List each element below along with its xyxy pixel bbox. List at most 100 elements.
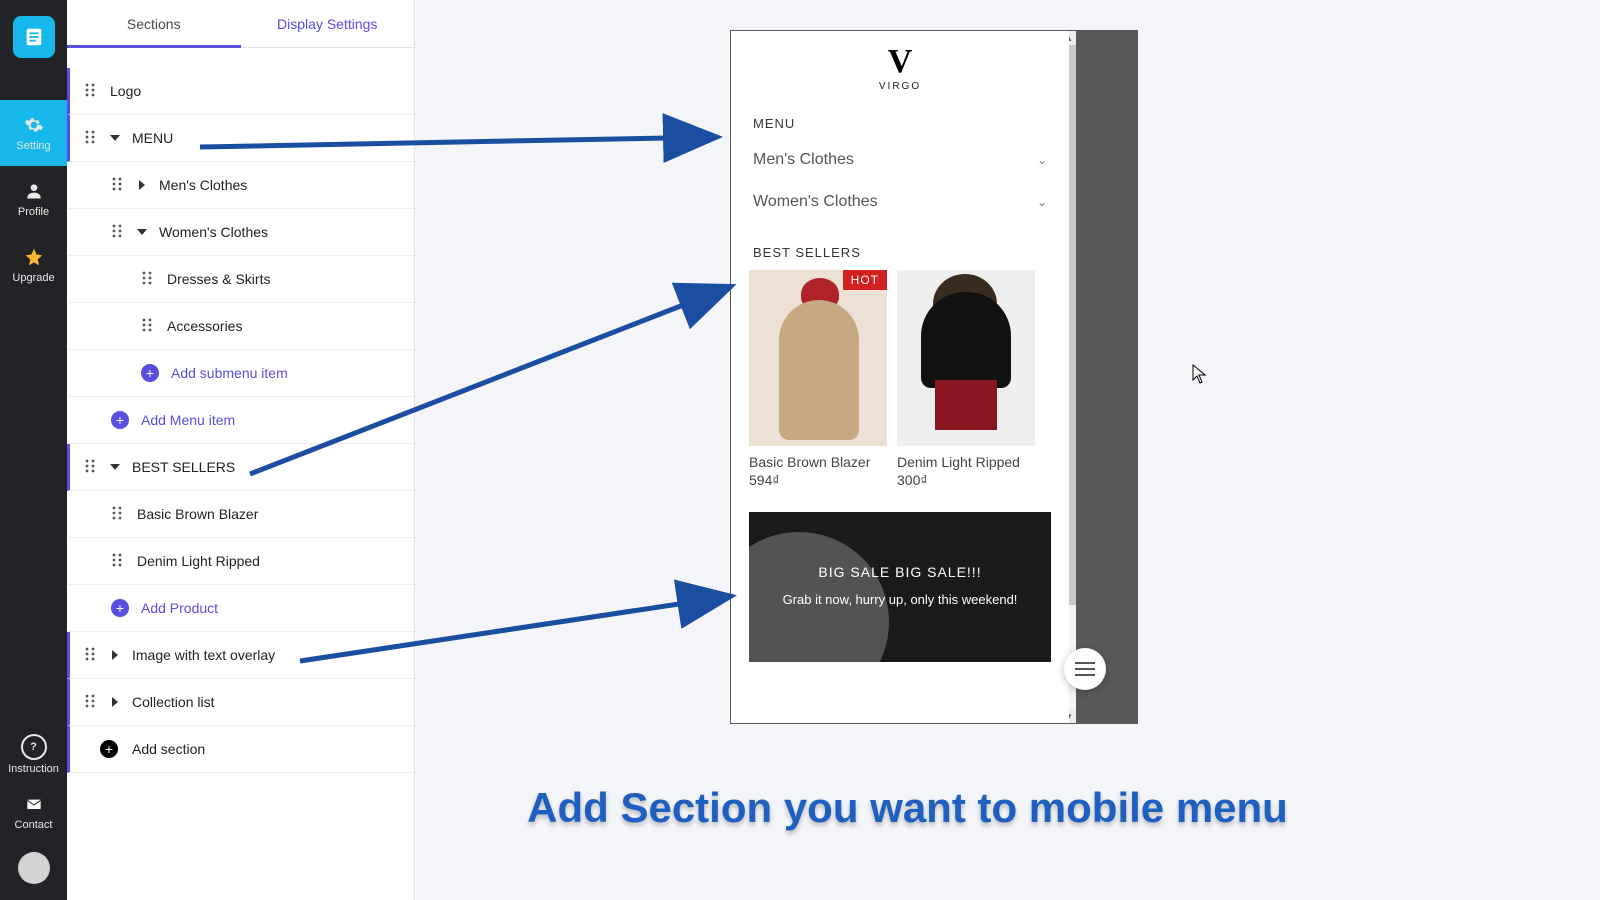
add-section[interactable]: + Add section xyxy=(67,726,414,773)
preview-bestsellers-title: BEST SELLERS xyxy=(731,223,1069,270)
plus-icon: + xyxy=(111,599,129,617)
menu-item-mens[interactable]: Men's Clothes xyxy=(67,162,414,209)
user-icon xyxy=(23,180,45,202)
nav-profile[interactable]: Profile xyxy=(0,166,67,232)
section-menu[interactable]: MENU xyxy=(67,115,414,162)
drag-handle-icon[interactable] xyxy=(111,177,127,194)
row-label: Logo xyxy=(110,83,414,99)
row-label: Dresses & Skirts xyxy=(167,271,414,287)
section-tree: Logo MENU Men's Clothes Women's Clothes … xyxy=(67,48,414,900)
logo-mark: V xyxy=(888,45,913,79)
section-image-overlay[interactable]: Image with text overlay xyxy=(67,632,414,679)
add-submenu-item[interactable]: + Add submenu item xyxy=(67,350,414,397)
drag-handle-icon[interactable] xyxy=(84,130,100,147)
menu-label: Women's Clothes xyxy=(753,193,878,211)
hot-badge: HOT xyxy=(843,270,887,290)
mobile-screen: V VIRGO MENU Men's Clothes ⌄ Women's Clo… xyxy=(731,31,1069,723)
plus-icon: + xyxy=(141,364,159,382)
product-name: Denim Light Ripped xyxy=(897,454,1035,470)
drag-handle-icon[interactable] xyxy=(84,694,100,711)
preview-image-overlay[interactable]: BIG SALE BIG SALE!!! Grab it now, hurry … xyxy=(749,512,1051,662)
row-label: Add submenu item xyxy=(171,365,414,381)
product-denim-ripped[interactable]: Denim Light Ripped xyxy=(67,538,414,585)
chevron-right-icon xyxy=(110,650,124,660)
plus-icon: + xyxy=(111,411,129,429)
nav-label: Profile xyxy=(18,206,49,218)
menu-item-womens[interactable]: Women's Clothes xyxy=(67,209,414,256)
tab-label: Display Settings xyxy=(277,16,377,32)
chevron-down-icon xyxy=(110,133,124,143)
gear-icon xyxy=(23,114,45,136)
add-product[interactable]: + Add Product xyxy=(67,585,414,632)
nav-setting[interactable]: Setting xyxy=(0,100,67,166)
row-label: Denim Light Ripped xyxy=(137,553,414,569)
submenu-dresses[interactable]: Dresses & Skirts xyxy=(67,256,414,303)
hamburger-fab[interactable] xyxy=(1064,648,1106,690)
drag-handle-icon[interactable] xyxy=(141,318,157,335)
row-label: Add Product xyxy=(141,600,414,616)
nav-label: Setting xyxy=(16,140,50,152)
chevron-down-icon: ⌄ xyxy=(1037,195,1047,209)
section-logo[interactable]: Logo xyxy=(67,68,414,115)
product-image xyxy=(897,270,1035,446)
product-image: HOT xyxy=(749,270,887,446)
nav-upgrade[interactable]: Upgrade xyxy=(0,232,67,298)
hamburger-icon xyxy=(1075,662,1095,676)
row-label: Women's Clothes xyxy=(159,224,414,240)
drag-handle-icon[interactable] xyxy=(111,224,127,241)
row-label: Add Menu item xyxy=(141,412,414,428)
preview-products: HOT Basic Brown Blazer 594₫ Denim Light … xyxy=(731,270,1069,488)
question-icon: ? xyxy=(21,734,47,760)
product-card[interactable]: HOT Basic Brown Blazer 594₫ xyxy=(749,270,887,488)
section-best-sellers[interactable]: BEST SELLERS xyxy=(67,444,414,491)
tab-sections[interactable]: Sections xyxy=(67,0,241,47)
product-price: 594₫ xyxy=(749,472,887,488)
submenu-accessories[interactable]: Accessories xyxy=(67,303,414,350)
section-collection-list[interactable]: Collection list xyxy=(67,679,414,726)
add-menu-item[interactable]: + Add Menu item xyxy=(67,397,414,444)
product-brown-blazer[interactable]: Basic Brown Blazer xyxy=(67,491,414,538)
preview-menu-title: MENU xyxy=(731,98,1069,139)
app-logo[interactable] xyxy=(13,16,55,58)
chevron-down-icon: ⌄ xyxy=(1037,153,1047,167)
chevron-right-icon xyxy=(110,697,124,707)
row-label: Men's Clothes xyxy=(159,177,414,193)
drag-handle-icon[interactable] xyxy=(111,553,127,570)
drag-handle-icon[interactable] xyxy=(84,647,100,664)
mail-icon xyxy=(24,797,44,816)
drag-handle-icon[interactable] xyxy=(111,506,127,523)
product-name: Basic Brown Blazer xyxy=(749,454,887,470)
row-label: MENU xyxy=(132,130,414,146)
row-label: Basic Brown Blazer xyxy=(137,506,414,522)
nav-contact[interactable]: Contact xyxy=(0,784,67,844)
logo-text: VIRGO xyxy=(879,81,921,92)
preview-menu-mens[interactable]: Men's Clothes ⌄ xyxy=(731,139,1069,181)
drag-handle-icon[interactable] xyxy=(141,271,157,288)
plus-icon: + xyxy=(100,740,118,758)
menu-label: Men's Clothes xyxy=(753,151,854,169)
product-card[interactable]: Denim Light Ripped 300₫ xyxy=(897,270,1035,488)
drag-handle-icon[interactable] xyxy=(84,459,100,476)
nav-instruction[interactable]: ? Instruction xyxy=(0,724,67,784)
annotation-caption: Add Section you want to mobile menu xyxy=(415,784,1400,832)
chevron-down-icon xyxy=(110,462,124,472)
drag-handle-icon[interactable] xyxy=(84,83,100,100)
row-label: Add section xyxy=(132,741,414,757)
tab-label: Sections xyxy=(127,16,181,32)
tab-display-settings[interactable]: Display Settings xyxy=(241,0,415,47)
row-label: Image with text overlay xyxy=(132,647,414,663)
row-label: BEST SELLERS xyxy=(132,459,414,475)
avatar[interactable] xyxy=(18,852,50,884)
preview-menu-womens[interactable]: Women's Clothes ⌄ xyxy=(731,181,1069,223)
nav-label: Contact xyxy=(15,819,53,831)
banner-subtitle: Grab it now, hurry up, only this weekend… xyxy=(783,590,1018,611)
chevron-down-icon xyxy=(137,227,151,237)
mobile-preview-frame: ▲ ▼ V VIRGO MENU Men's Clothes ⌄ Women's… xyxy=(730,30,1138,724)
preview-logo: V VIRGO xyxy=(731,31,1069,98)
mouse-cursor-icon xyxy=(1192,364,1206,384)
nav-label: Upgrade xyxy=(12,272,54,284)
banner-title: BIG SALE BIG SALE!!! xyxy=(818,564,981,580)
sections-panel: Sections Display Settings Logo MENU Men'… xyxy=(67,0,415,900)
row-label: Collection list xyxy=(132,694,414,710)
star-icon xyxy=(23,246,45,268)
